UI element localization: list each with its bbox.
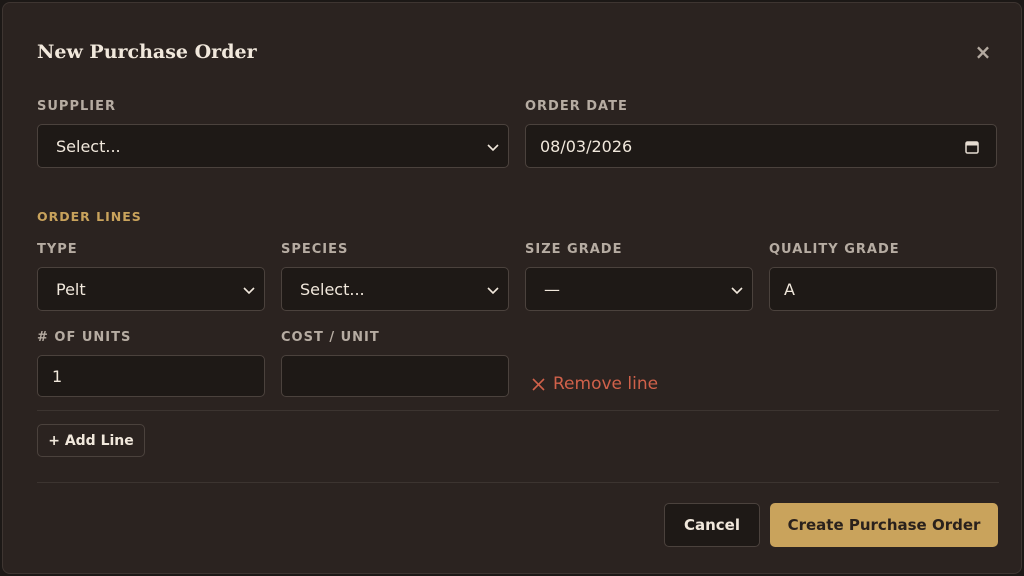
species-label: SPECIES bbox=[281, 242, 349, 257]
order-date-label: ORDER DATE bbox=[525, 99, 628, 114]
type-value: Pelt bbox=[56, 279, 86, 299]
supplier-label: SUPPLIER bbox=[37, 99, 116, 114]
cost-label: COST / UNIT bbox=[281, 330, 380, 345]
size-grade-value: — bbox=[544, 279, 560, 299]
cost-input[interactable] bbox=[281, 355, 509, 397]
close-icon[interactable]: × bbox=[973, 41, 993, 63]
chevron-down-icon bbox=[731, 287, 743, 295]
type-label: TYPE bbox=[37, 242, 78, 257]
quality-grade-input[interactable]: A bbox=[769, 267, 997, 311]
calendar-icon[interactable] bbox=[964, 139, 980, 155]
remove-line-label: Remove line bbox=[553, 374, 659, 394]
remove-line-button[interactable]: Remove line bbox=[531, 374, 658, 394]
units-input[interactable]: 1 bbox=[37, 355, 265, 397]
units-value: 1 bbox=[52, 366, 63, 386]
chevron-down-icon bbox=[487, 144, 499, 152]
type-select[interactable]: Pelt bbox=[37, 267, 265, 311]
units-label: # OF UNITS bbox=[37, 330, 132, 345]
line-divider bbox=[37, 410, 999, 411]
create-purchase-order-button[interactable]: Create Purchase Order bbox=[770, 503, 998, 547]
order-lines-heading: ORDER LINES bbox=[37, 209, 142, 224]
size-grade-label: SIZE GRADE bbox=[525, 242, 623, 257]
order-date-input[interactable]: 08/03/2026 bbox=[525, 124, 997, 168]
size-grade-select[interactable]: — bbox=[525, 267, 753, 311]
quality-grade-label: QUALITY GRADE bbox=[769, 242, 900, 257]
chevron-down-icon bbox=[487, 287, 499, 295]
purchase-order-dialog: New Purchase Order × SUPPLIER Select... … bbox=[2, 2, 1022, 574]
supplier-value: Select... bbox=[56, 136, 121, 156]
chevron-down-icon bbox=[243, 287, 255, 295]
order-date-value: 08/03/2026 bbox=[540, 136, 633, 156]
cancel-button[interactable]: Cancel bbox=[664, 503, 760, 547]
x-icon bbox=[532, 377, 545, 391]
species-value: Select... bbox=[300, 279, 365, 299]
add-line-button[interactable]: + Add Line bbox=[37, 424, 145, 457]
supplier-select[interactable]: Select... bbox=[37, 124, 509, 168]
footer-divider bbox=[37, 482, 999, 483]
species-select[interactable]: Select... bbox=[281, 267, 509, 311]
quality-grade-value: A bbox=[784, 279, 795, 299]
dialog-title: New Purchase Order bbox=[37, 41, 257, 63]
